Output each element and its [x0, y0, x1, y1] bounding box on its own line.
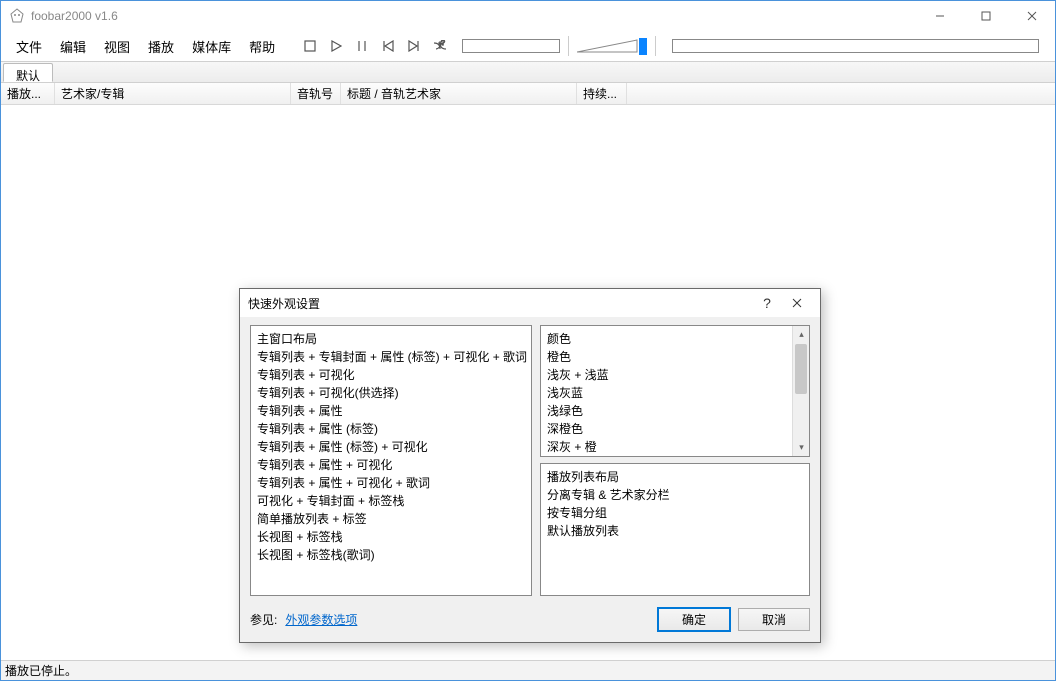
- layout-option[interactable]: 专辑列表 + 属性 (标签) + 可视化: [257, 438, 525, 456]
- layout-option[interactable]: 可视化 + 专辑封面 + 标签栈: [257, 492, 525, 510]
- color-option[interactable]: 浅绿色: [547, 402, 803, 420]
- menu-library[interactable]: 媒体库: [183, 33, 240, 60]
- layout-list-header: 主窗口布局: [257, 330, 525, 348]
- window-title: foobar2000 v1.6: [31, 9, 118, 23]
- playback-toolbar: ?: [302, 38, 448, 54]
- color-option[interactable]: 深灰 + 橙: [547, 438, 803, 456]
- play-icon[interactable]: [328, 38, 344, 54]
- status-text: 播放已停止。: [5, 662, 77, 679]
- layout-option[interactable]: 长视图 + 标签栈: [257, 528, 525, 546]
- col-duration[interactable]: 持续...: [577, 83, 627, 104]
- dialog-title: 快速外观设置: [248, 295, 320, 312]
- dialog-close-button[interactable]: [782, 289, 812, 317]
- layout-option[interactable]: 专辑列表 + 属性 + 可视化: [257, 456, 525, 474]
- layout-option[interactable]: 专辑列表 + 可视化: [257, 366, 525, 384]
- playlist-layout-header: 播放列表布局: [547, 468, 803, 486]
- cancel-button[interactable]: 取消: [738, 608, 810, 631]
- menu-help[interactable]: 帮助: [240, 33, 284, 60]
- app-window: foobar2000 v1.6 文件 编辑 视图 播放 媒体库 帮助 ? 默认: [0, 0, 1056, 681]
- layout-option[interactable]: 专辑列表 + 专辑封面 + 属性 (标签) + 可视化 + 歌词: [257, 348, 525, 366]
- column-headers: 播放... 艺术家/专辑 音轨号 标题 / 音轨艺术家 持续...: [1, 83, 1055, 105]
- col-artist-album[interactable]: 艺术家/专辑: [55, 83, 291, 104]
- color-option[interactable]: 浅灰蓝: [547, 384, 803, 402]
- color-option[interactable]: 橙色: [547, 348, 803, 366]
- playlist-content: 快速外观设置 ? 主窗口布局 专辑列表 + 专辑封面 + 属性 (标签) + 可…: [1, 105, 1055, 660]
- playlist-layout-option[interactable]: 默认播放列表: [547, 522, 803, 540]
- app-icon: [9, 8, 25, 24]
- footer-see-label: 参见:: [250, 611, 277, 628]
- scroll-down-icon[interactable]: ▾: [793, 439, 810, 456]
- volume-thumb[interactable]: [639, 38, 647, 55]
- volume-slider[interactable]: [577, 36, 647, 56]
- playlist-tabs: 默认: [1, 61, 1055, 83]
- layout-option[interactable]: 简单播放列表 + 标签: [257, 510, 525, 528]
- color-scrollbar[interactable]: ▴ ▾: [792, 326, 809, 456]
- scroll-thumb[interactable]: [795, 344, 807, 394]
- playlist-layout-panel[interactable]: 播放列表布局 分离专辑 & 艺术家分栏 按专辑分组 默认播放列表: [540, 463, 810, 596]
- prev-icon[interactable]: [380, 38, 396, 54]
- seek-bar[interactable]: [462, 39, 560, 53]
- color-list-header: 颜色: [547, 330, 803, 348]
- quick-appearance-dialog: 快速外观设置 ? 主窗口布局 专辑列表 + 专辑封面 + 属性 (标签) + 可…: [239, 288, 821, 643]
- progress-bar[interactable]: [672, 39, 1039, 53]
- menu-playback[interactable]: 播放: [139, 33, 183, 60]
- menu-view[interactable]: 视图: [95, 33, 139, 60]
- layout-option[interactable]: 长视图 + 标签栈(歌词): [257, 546, 525, 564]
- maximize-button[interactable]: [963, 1, 1009, 31]
- appearance-options-link[interactable]: 外观参数选项: [285, 611, 357, 628]
- random-icon[interactable]: ?: [432, 38, 448, 54]
- col-spacer: [627, 83, 1055, 104]
- layout-option[interactable]: 专辑列表 + 可视化(供选择): [257, 384, 525, 402]
- col-playing[interactable]: 播放...: [1, 83, 55, 104]
- dialog-help-button[interactable]: ?: [752, 289, 782, 317]
- pause-icon[interactable]: [354, 38, 370, 54]
- dialog-footer: 参见: 外观参数选项 确定 取消: [250, 604, 810, 634]
- ok-button[interactable]: 确定: [658, 608, 730, 631]
- playlist-layout-option[interactable]: 按专辑分组: [547, 504, 803, 522]
- layout-option[interactable]: 专辑列表 + 属性 + 可视化 + 歌词: [257, 474, 525, 492]
- minimize-button[interactable]: [917, 1, 963, 31]
- toolbar-divider-2: [655, 36, 656, 56]
- close-button[interactable]: [1009, 1, 1055, 31]
- playlist-layout-option[interactable]: 分离专辑 & 艺术家分栏: [547, 486, 803, 504]
- menu-edit[interactable]: 编辑: [51, 33, 95, 60]
- dialog-titlebar: 快速外观设置 ?: [240, 289, 820, 317]
- layout-option[interactable]: 专辑列表 + 属性 (标签): [257, 420, 525, 438]
- col-trackno[interactable]: 音轨号: [291, 83, 341, 104]
- dialog-body: 主窗口布局 专辑列表 + 专辑封面 + 属性 (标签) + 可视化 + 歌词 专…: [240, 317, 820, 642]
- stop-icon[interactable]: [302, 38, 318, 54]
- toolbar-divider: [568, 36, 569, 56]
- layout-list-panel[interactable]: 主窗口布局 专辑列表 + 专辑封面 + 属性 (标签) + 可视化 + 歌词 专…: [250, 325, 532, 596]
- color-list-panel[interactable]: 颜色 橙色 浅灰 + 浅蓝 浅灰蓝 浅绿色 深橙色 深灰 + 橙 ▴ ▾: [540, 325, 810, 457]
- status-bar: 播放已停止。: [1, 660, 1055, 680]
- col-title-artist[interactable]: 标题 / 音轨艺术家: [341, 83, 577, 104]
- layout-option[interactable]: 专辑列表 + 属性: [257, 402, 525, 420]
- color-option[interactable]: 深橙色: [547, 420, 803, 438]
- titlebar: foobar2000 v1.6: [1, 1, 1055, 31]
- tab-default[interactable]: 默认: [3, 63, 53, 82]
- next-icon[interactable]: [406, 38, 422, 54]
- menubar: 文件 编辑 视图 播放 媒体库 帮助 ?: [1, 31, 1055, 61]
- scroll-up-icon[interactable]: ▴: [793, 326, 810, 343]
- svg-text:?: ?: [441, 40, 445, 47]
- menu-file[interactable]: 文件: [7, 33, 51, 60]
- color-option[interactable]: 浅灰 + 浅蓝: [547, 366, 803, 384]
